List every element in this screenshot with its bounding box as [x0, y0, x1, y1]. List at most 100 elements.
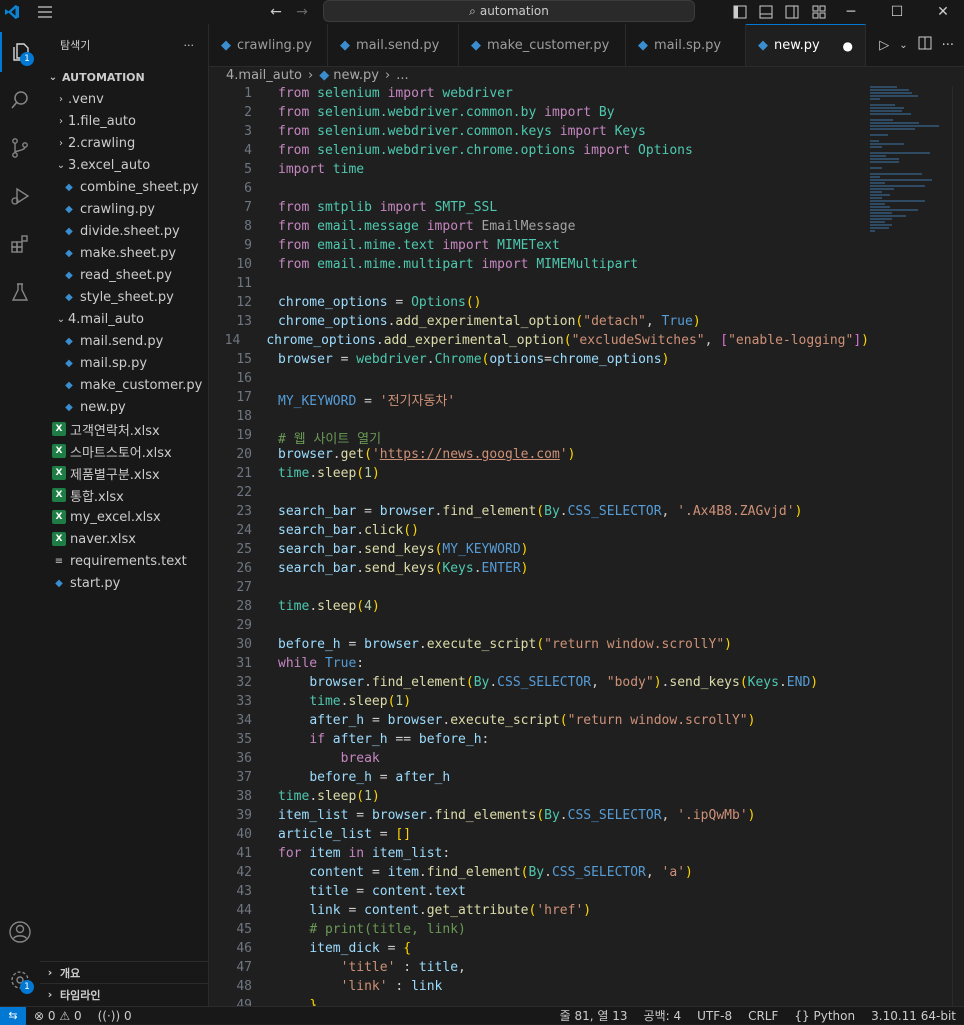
code-token: chrome_options	[551, 352, 662, 367]
workspace-root[interactable]: ⌄ AUTOMATION	[40, 66, 208, 88]
timeline-section[interactable]: › 타임라인	[40, 983, 209, 1005]
breadcrumb-folder[interactable]: 4.mail_auto	[226, 68, 302, 83]
tab-crawling[interactable]: ◆ crawling.py	[209, 24, 328, 66]
indentation[interactable]: 공백: 4	[644, 1007, 682, 1024]
problems-indicator[interactable]: ⊗ 0 ⚠ 0	[34, 1009, 82, 1023]
outline-section[interactable]: › 개요	[40, 961, 209, 983]
customize-layout-icon[interactable]	[808, 1, 830, 23]
code-token: from	[278, 200, 318, 215]
code-token: True	[661, 314, 693, 329]
toggle-sidebar-icon[interactable]	[729, 1, 751, 23]
python-file-icon: ◆	[65, 203, 73, 215]
language-mode[interactable]: {} Python	[794, 1009, 855, 1023]
tree-item-label: 1.file_auto	[68, 113, 136, 129]
end-of-line[interactable]: CRLF	[748, 1009, 778, 1023]
file-item[interactable]: X 통합.xlsx	[40, 484, 208, 506]
file-item[interactable]: ◆ combine_sheet.py	[40, 176, 208, 198]
file-item[interactable]: X 스마트스토어.xlsx	[40, 440, 208, 462]
error-icon: ⊗	[34, 1008, 45, 1023]
code-token: break	[340, 751, 380, 766]
code-token: email.mime.text	[317, 238, 443, 253]
tree-item-label: make_customer.py	[80, 377, 203, 393]
unsaved-dot-icon[interactable]: ●	[843, 39, 853, 53]
maximize-icon[interactable]: ☐	[874, 0, 920, 24]
toggle-panel-icon[interactable]	[755, 1, 777, 23]
file-item[interactable]: X 제품별구분.xlsx	[40, 462, 208, 484]
code-token: smtplib	[317, 200, 380, 215]
minimap[interactable]	[870, 86, 950, 266]
folder-item[interactable]: ⌄ 3.excel_auto	[40, 154, 208, 176]
explorer-icon[interactable]: 1	[0, 32, 40, 72]
command-center-search[interactable]: ⌕ automation	[323, 0, 695, 22]
code-token: browser	[379, 504, 435, 519]
source-control-icon[interactable]	[0, 128, 40, 168]
code-token: title	[418, 960, 459, 975]
run-python-icon[interactable]: ▷	[879, 38, 889, 53]
chevron-down-icon[interactable]: ⌄	[899, 40, 907, 51]
more-actions-icon[interactable]: ···	[942, 38, 954, 53]
file-item[interactable]: ◆ crawling.py	[40, 198, 208, 220]
file-item[interactable]: X 고객연락처.xlsx	[40, 418, 208, 440]
file-item[interactable]: ≡ requirements.text	[40, 550, 208, 572]
folder-item[interactable]: › 1.file_auto	[40, 110, 208, 132]
line-number: 48	[236, 979, 252, 994]
python-interpreter[interactable]: 3.10.11 64-bit	[871, 1009, 956, 1023]
tree-item-label: mail.send.py	[80, 333, 164, 349]
testing-flask-icon[interactable]	[0, 272, 40, 312]
code-text: from selenium.webdriver.common.by import…	[278, 105, 615, 124]
code-token: By	[598, 105, 615, 120]
tree-item-label: requirements.text	[70, 553, 187, 569]
more-actions-icon[interactable]: ···	[184, 39, 195, 52]
search-icon[interactable]	[0, 80, 40, 120]
run-debug-icon[interactable]	[0, 176, 40, 216]
file-item[interactable]: ◆ style_sheet.py	[40, 286, 208, 308]
code-editor[interactable]: 1 from selenium import webdriver 2 from sel…	[209, 86, 869, 1006]
code-token: execute_script	[426, 637, 537, 652]
toggle-secondary-sidebar-icon[interactable]	[781, 1, 803, 23]
breadcrumb-file[interactable]: new.py	[333, 68, 379, 83]
forward-arrow-icon[interactable]: →	[291, 1, 313, 23]
settings-gear-icon[interactable]: 1	[0, 960, 40, 1000]
file-item[interactable]: ◆ mail.sp.py	[40, 352, 208, 374]
minimize-icon[interactable]: ─	[828, 0, 874, 24]
minimap-line	[870, 86, 897, 88]
tab-new[interactable]: ◆ new.py ●	[746, 24, 866, 66]
extensions-icon[interactable]	[0, 224, 40, 264]
menu-icon[interactable]	[34, 1, 56, 23]
folder-item[interactable]: › .venv	[40, 88, 208, 110]
folder-item[interactable]: › 2.crawling	[40, 132, 208, 154]
workspace-root-label: AUTOMATION	[62, 70, 145, 84]
tab-make-customer[interactable]: ◆ make_customer.py	[459, 24, 626, 66]
code-token: (	[739, 675, 748, 690]
tab-mail-send[interactable]: ◆ mail.send.py	[328, 24, 459, 66]
editor-scrollbar[interactable]	[952, 86, 964, 1006]
file-item[interactable]: ◆ start.py	[40, 572, 208, 594]
file-item[interactable]: ◆ new.py	[40, 396, 208, 418]
cursor-position[interactable]: 줄 81, 열 13	[560, 1007, 628, 1024]
file-item[interactable]: Xnaver.xlsx	[40, 528, 208, 550]
account-icon[interactable]	[0, 912, 40, 952]
back-arrow-icon[interactable]: ←	[265, 1, 287, 23]
line-number: 6	[244, 181, 252, 196]
tab-mail-sp[interactable]: ◆ mail.sp.py	[626, 24, 746, 66]
file-item[interactable]: ◆ make_customer.py	[40, 374, 208, 396]
line-number: 31	[236, 656, 252, 671]
folder-item[interactable]: ⌄ 4.mail_auto	[40, 308, 208, 330]
breadcrumb-more[interactable]: ...	[396, 68, 408, 83]
ports-indicator[interactable]: ((·)) 0	[98, 1009, 132, 1023]
remote-icon[interactable]: ⇆	[0, 1006, 26, 1025]
activity-bar: 1 1	[0, 24, 40, 1006]
split-editor-icon[interactable]	[918, 36, 932, 54]
close-icon[interactable]: ✕	[920, 0, 964, 24]
file-item[interactable]: ◆ mail.send.py	[40, 330, 208, 352]
code-text: while True:	[278, 656, 364, 675]
code-token: import	[442, 238, 498, 253]
line-number: 45	[236, 922, 252, 937]
file-item[interactable]: ◆ read_sheet.py	[40, 264, 208, 286]
encoding[interactable]: UTF-8	[697, 1009, 732, 1023]
minimap-line	[870, 113, 912, 115]
file-item[interactable]: ◆ make.sheet.py	[40, 242, 208, 264]
file-item[interactable]: ◆ divide.sheet.py	[40, 220, 208, 242]
file-item[interactable]: Xmy_excel.xlsx	[40, 506, 208, 528]
